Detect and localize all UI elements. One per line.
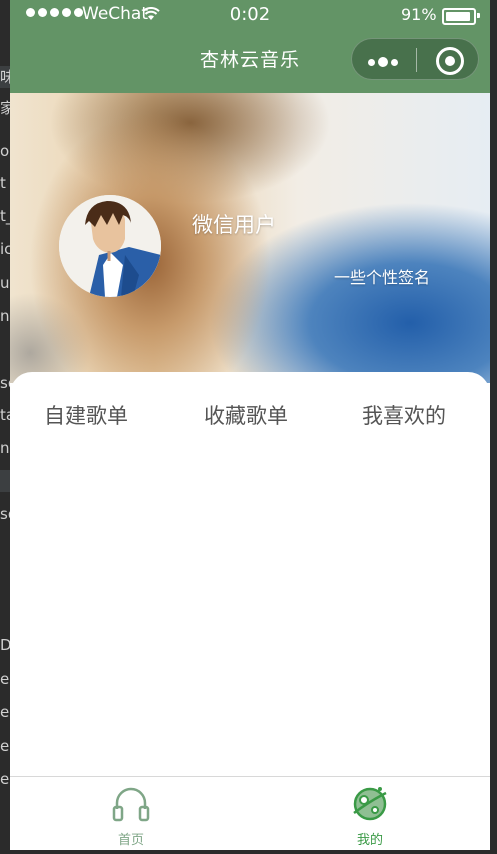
planet-icon xyxy=(353,787,387,821)
avatar[interactable] xyxy=(59,195,161,297)
battery-icon xyxy=(442,8,476,25)
signature: 一些个性签名 xyxy=(334,268,431,287)
bottom-tab-bar: 首页 我的 xyxy=(10,776,490,850)
tab-liked[interactable]: 我喜欢的 xyxy=(362,400,446,430)
headphones-icon xyxy=(112,787,150,822)
battery-tip xyxy=(477,13,480,18)
tabbar-item-home[interactable]: 首页 xyxy=(81,783,181,848)
status-bar: WeChat 0:02 91% xyxy=(10,0,490,30)
avatar-image xyxy=(59,195,161,297)
phone-screen: WeChat 0:02 91% 杏林云音乐 微信用户 一些个性签名 自建歌单 收… xyxy=(10,0,490,850)
battery-percent: 91% xyxy=(401,5,437,24)
tabbar-label-mine: 我的 xyxy=(356,833,383,848)
more-dots-icon[interactable] xyxy=(368,57,398,67)
profile-header: 微信用户 一些个性签名 xyxy=(10,93,490,383)
battery-level-fill xyxy=(446,12,470,21)
capsule-divider xyxy=(416,48,417,72)
mini-program-capsule xyxy=(351,38,479,80)
tab-collected[interactable]: 收藏歌单 xyxy=(204,400,288,430)
tabbar-item-mine[interactable]: 我的 xyxy=(320,783,420,848)
playlist-tabs: 自建歌单 收藏歌单 我喜欢的 xyxy=(10,372,490,454)
username[interactable]: 微信用户 xyxy=(192,209,276,239)
tab-content-area xyxy=(10,454,490,776)
tab-self-created[interactable]: 自建歌单 xyxy=(44,400,128,430)
close-target-icon[interactable] xyxy=(436,47,464,75)
tabbar-label-home: 首页 xyxy=(117,833,144,848)
navigation-bar: WeChat 0:02 91% 杏林云音乐 xyxy=(10,0,490,93)
